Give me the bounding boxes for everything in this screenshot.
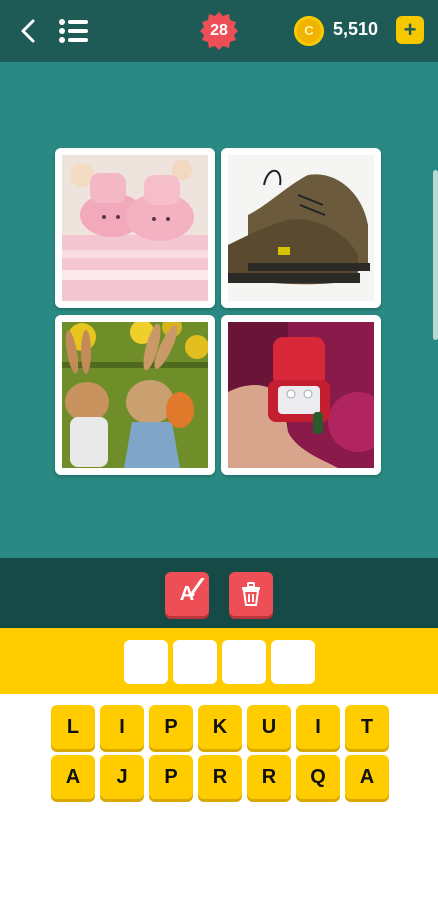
- reveal-letter-button[interactable]: A: [165, 572, 209, 616]
- key-letter: Q: [310, 766, 326, 788]
- answer-slot-2[interactable]: [173, 640, 217, 684]
- letter-key[interactable]: Q: [296, 755, 340, 799]
- key-letter: R: [261, 766, 277, 788]
- key-letter: U: [261, 716, 277, 738]
- letter-key[interactable]: A: [51, 755, 95, 799]
- key-letter: R: [212, 766, 228, 788]
- letter-key[interactable]: P: [149, 705, 193, 749]
- coin-symbol: C: [304, 23, 314, 38]
- baby-booties-image: [62, 155, 208, 301]
- trash-icon: [242, 582, 260, 606]
- picture-tile-2[interactable]: [221, 148, 381, 308]
- back-button[interactable]: [16, 18, 42, 44]
- plus-icon: +: [403, 17, 417, 42]
- letter-key[interactable]: I: [100, 705, 144, 749]
- scroll-indicator[interactable]: [433, 170, 438, 340]
- menu-button[interactable]: [58, 18, 90, 44]
- letter-key[interactable]: R: [247, 755, 291, 799]
- key-letter: A: [65, 766, 81, 788]
- letter-key[interactable]: U: [247, 705, 291, 749]
- list-icon: [59, 19, 88, 43]
- letter-key[interactable]: K: [198, 705, 242, 749]
- letter-key[interactable]: L: [51, 705, 95, 749]
- key-letter: A: [359, 766, 375, 788]
- answer-slot-3[interactable]: [222, 640, 266, 684]
- letter-key[interactable]: P: [149, 755, 193, 799]
- answer-slot-1[interactable]: [124, 640, 168, 684]
- letter-key[interactable]: J: [100, 755, 144, 799]
- letter-key[interactable]: R: [198, 755, 242, 799]
- key-letter: I: [315, 716, 321, 738]
- key-letter: J: [116, 766, 128, 788]
- coin-icon: C: [294, 16, 324, 46]
- key-letter: T: [360, 716, 374, 738]
- level-number: 28: [210, 22, 228, 39]
- puzzle-area: [0, 62, 438, 558]
- key-letter: P: [164, 716, 178, 738]
- coin-balance: 5,510: [333, 19, 379, 39]
- letter-key[interactable]: I: [296, 705, 340, 749]
- key-letter: K: [212, 716, 228, 738]
- hint-bar: [0, 558, 438, 628]
- bunny-figurines-image: [62, 322, 208, 468]
- letter-key[interactable]: T: [345, 705, 389, 749]
- key-letter: I: [119, 716, 125, 738]
- key-letter: L: [66, 716, 80, 738]
- picture-tile-1[interactable]: [55, 148, 215, 308]
- hiking-shoes-image: [228, 155, 374, 301]
- add-coins-button[interactable]: +: [396, 16, 424, 44]
- remove-letters-button[interactable]: [229, 572, 273, 616]
- letter-key[interactable]: A: [345, 755, 389, 799]
- picture-tile-4[interactable]: [221, 315, 381, 475]
- answer-slot-4[interactable]: [271, 640, 315, 684]
- brush-icon: [191, 578, 205, 598]
- chevron-left-icon: [21, 19, 35, 43]
- key-letter: P: [164, 766, 178, 788]
- picture-tile-3[interactable]: [55, 315, 215, 475]
- ring-box-image: [228, 322, 374, 468]
- level-badge: 28: [200, 12, 238, 50]
- answer-bar: [0, 628, 438, 694]
